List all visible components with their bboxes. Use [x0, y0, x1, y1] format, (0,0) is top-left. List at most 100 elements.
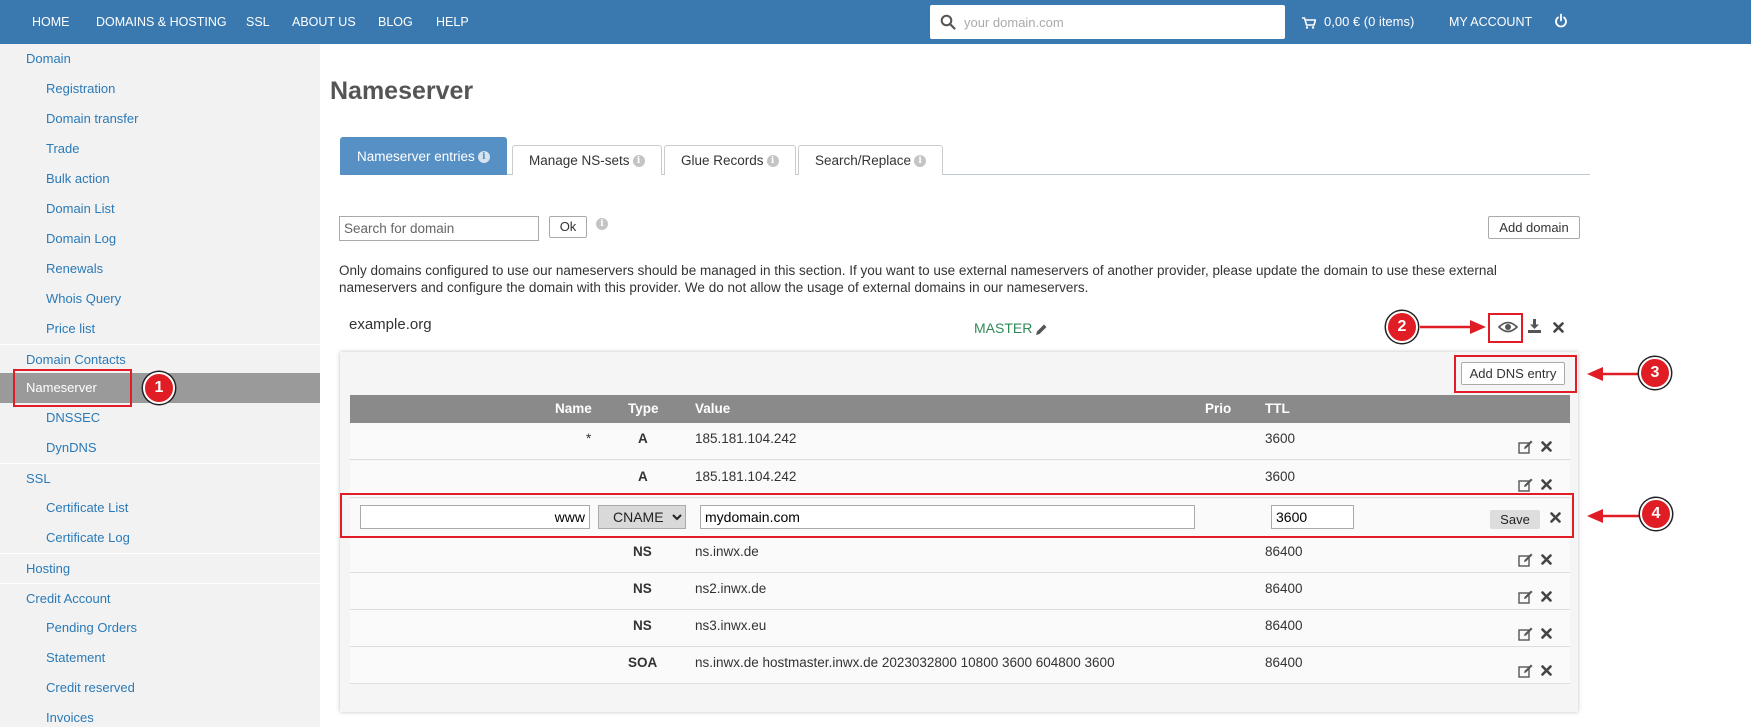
notice-line: Only domains configured to use our names… — [339, 263, 1497, 278]
sidebar-item-pending-orders[interactable]: Pending Orders — [0, 613, 320, 643]
edit-icon[interactable] — [1518, 478, 1533, 492]
nav-domains-hosting[interactable]: DOMAINS & HOSTING — [96, 0, 227, 44]
record-type: NS — [633, 618, 652, 633]
highlight-edit-row — [340, 493, 1574, 538]
record-type: NS — [633, 544, 652, 559]
annotation-badge-3: 3 — [1639, 357, 1671, 389]
sidebar-item-domain[interactable]: Domain — [0, 44, 320, 74]
sidebar-item-hosting[interactable]: Hosting — [0, 553, 320, 583]
record-value: ns3.inwx.eu — [695, 618, 767, 633]
close-icon[interactable] — [1553, 322, 1564, 333]
nav-my-account[interactable]: MY ACCOUNT — [1449, 0, 1532, 44]
delete-icon[interactable] — [1541, 628, 1552, 639]
sidebar-item-credit-account[interactable]: Credit Account — [0, 583, 320, 613]
table-row: SOA ns.inwx.de hostmaster.inwx.de 202303… — [350, 647, 1570, 684]
record-ttl: 86400 — [1265, 618, 1303, 633]
highlight-add-dns-entry — [1454, 355, 1577, 393]
arrow-right-icon — [1420, 320, 1486, 334]
col-value: Value — [695, 401, 731, 416]
sidebar-item-ssl[interactable]: SSL — [0, 463, 320, 493]
nav-blog[interactable]: BLOG — [378, 0, 413, 44]
sidebar-item-domain-log[interactable]: Domain Log — [0, 224, 320, 254]
arrow-left-icon — [1587, 509, 1639, 523]
sidebar-item-registration[interactable]: Registration — [0, 74, 320, 104]
tab-label: Manage NS-sets — [529, 153, 630, 168]
search-icon — [940, 14, 956, 30]
cart-link[interactable]: 0,00 € (0 items) — [1302, 0, 1414, 44]
tab-search-replace[interactable]: Search/Replace i — [798, 145, 944, 175]
tab-nameserver-entries[interactable]: Nameserver entries i — [340, 137, 507, 175]
record-value: ns.inwx.de — [695, 544, 759, 559]
record-value: ns.inwx.de hostmaster.inwx.de 2023032800… — [695, 655, 1115, 670]
ok-button[interactable]: Ok — [549, 216, 587, 238]
sidebar-item-domain-list[interactable]: Domain List — [0, 194, 320, 224]
tab-label: Glue Records — [681, 153, 764, 168]
annotation-badge-1: 1 — [143, 372, 175, 404]
sidebar-item-dnssec[interactable]: DNSSEC — [0, 403, 320, 433]
nav-help[interactable]: HELP — [436, 0, 469, 44]
cart-icon — [1302, 16, 1316, 29]
highlight-nameserver — [13, 369, 132, 407]
delete-icon[interactable] — [1541, 591, 1552, 602]
annotation-badge-4: 4 — [1640, 498, 1672, 530]
sidebar-item-renewals[interactable]: Renewals — [0, 254, 320, 284]
sidebar-item-invoices[interactable]: Invoices — [0, 703, 320, 727]
edit-icon[interactable] — [1518, 440, 1533, 454]
info-icon: i — [632, 155, 645, 168]
record-ttl: 3600 — [1265, 431, 1296, 446]
search-for-domain-input[interactable] — [339, 216, 539, 241]
dns-table-header: Name Type Value Prio TTL — [350, 395, 1570, 423]
nav-ssl[interactable]: SSL — [246, 0, 270, 44]
power-icon[interactable] — [1554, 13, 1568, 29]
delete-icon[interactable] — [1541, 554, 1552, 565]
edit-icon[interactable] — [1518, 590, 1533, 604]
top-navbar: HOME DOMAINS & HOSTING SSL ABOUT US BLOG… — [0, 0, 1751, 44]
sidebar-item-credit-reserved[interactable]: Credit reserved — [0, 673, 320, 703]
sidebar-item-domain-transfer[interactable]: Domain transfer — [0, 104, 320, 134]
sidebar-item-certificate-log[interactable]: Certificate Log — [0, 523, 320, 553]
table-row: NS ns3.inwx.eu 86400 — [350, 610, 1570, 647]
domain-search-input[interactable] — [964, 12, 1274, 32]
edit-icon[interactable] — [1518, 664, 1533, 678]
sidebar-item-price-list[interactable]: Price list — [0, 314, 320, 344]
nav-home[interactable]: HOME — [32, 0, 70, 44]
notice-line: nameservers and configure the domain wit… — [339, 280, 1089, 295]
table-row: NS ns.inwx.de 86400 — [350, 536, 1570, 573]
table-row: NS ns2.inwx.de 86400 — [350, 573, 1570, 610]
tab-manage-ns-sets[interactable]: Manage NS-sets i — [512, 145, 662, 175]
delete-icon[interactable] — [1541, 665, 1552, 676]
info-icon: i — [766, 155, 779, 168]
record-value: 185.181.104.242 — [695, 431, 797, 446]
domain-mode-label: MASTER — [974, 320, 1033, 336]
nameserver-notice: Only domains configured to use our names… — [339, 262, 1589, 296]
sidebar-item-whois-query[interactable]: Whois Query — [0, 284, 320, 314]
nav-about-us[interactable]: ABOUT US — [292, 0, 356, 44]
info-icon: i — [914, 155, 927, 168]
annotation-badge-2: 2 — [1386, 311, 1418, 343]
edit-icon[interactable] — [1518, 627, 1533, 641]
download-icon[interactable] — [1527, 319, 1542, 334]
cart-total: 0,00 € (0 items) — [1324, 14, 1415, 29]
record-ttl: 86400 — [1265, 544, 1303, 559]
sidebar-item-dyndns[interactable]: DynDNS — [0, 433, 320, 463]
record-ttl: 3600 — [1265, 469, 1296, 484]
pencil-icon — [1036, 324, 1047, 335]
domain-mode[interactable]: MASTER — [974, 320, 1048, 336]
record-type: NS — [633, 581, 652, 596]
record-value: ns2.inwx.de — [695, 581, 767, 596]
tab-glue-records[interactable]: Glue Records i — [664, 145, 796, 175]
sidebar-item-bulk-action[interactable]: Bulk action — [0, 164, 320, 194]
sidebar-item-trade[interactable]: Trade — [0, 134, 320, 164]
tab-label: Nameserver entries — [357, 149, 475, 164]
record-type: A — [638, 431, 648, 446]
col-ttl: TTL — [1265, 401, 1290, 416]
sidebar-item-certificate-list[interactable]: Certificate List — [0, 493, 320, 523]
record-type: A — [638, 469, 648, 484]
delete-icon[interactable] — [1541, 441, 1552, 452]
record-value: 185.181.104.242 — [695, 469, 797, 484]
edit-icon[interactable] — [1518, 553, 1533, 567]
table-row: * A 185.181.104.242 3600 — [350, 423, 1570, 460]
delete-icon[interactable] — [1541, 479, 1552, 490]
add-domain-button[interactable]: Add domain — [1488, 216, 1580, 239]
sidebar-item-statement[interactable]: Statement — [0, 643, 320, 673]
